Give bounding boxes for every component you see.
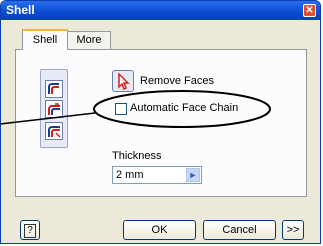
annotation-leader-line — [0, 112, 96, 125]
tab-shell[interactable]: Shell — [22, 29, 68, 50]
tab-shell-label: Shell — [32, 34, 58, 46]
annotation-ellipse — [93, 90, 271, 128]
